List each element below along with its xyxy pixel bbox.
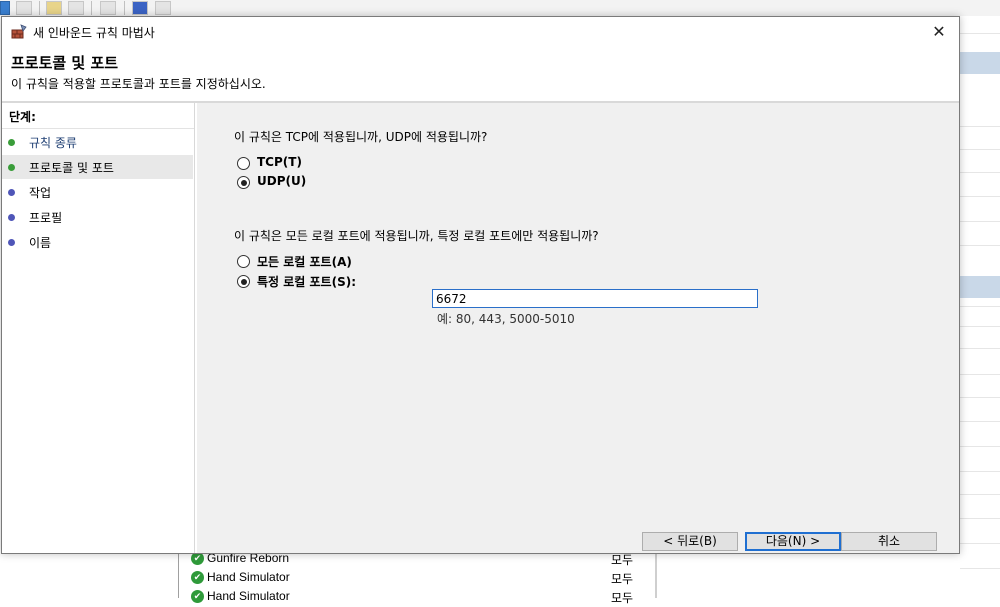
step-protocol-and-ports[interactable]: 프로토콜 및 포트 xyxy=(2,155,193,179)
steps-divider xyxy=(2,128,194,129)
step-profile: 프로필 xyxy=(2,205,193,229)
ports-question: 이 규칙은 모든 로컬 포트에 적용됩니까, 특정 로컬 포트에만 적용됩니까? xyxy=(234,229,599,243)
back-arrow-icon[interactable] xyxy=(0,1,10,15)
step-done-bullet-icon xyxy=(8,139,15,146)
console-tree-icon[interactable] xyxy=(68,1,84,15)
radio-unchecked-icon xyxy=(237,157,250,170)
step-label: 프로필 xyxy=(29,211,63,225)
cancel-button[interactable]: 취소 xyxy=(841,532,937,551)
action-pane-icon[interactable] xyxy=(155,1,171,15)
rule-name: Hand Simulator xyxy=(207,589,290,603)
radio-label: 모든 로컬 포트(A) xyxy=(257,255,352,269)
radio-label: TCP(T) xyxy=(257,155,302,169)
list-scroll-divider xyxy=(655,553,657,598)
background-rule-list: ✔ Gunfire Reborn 모두 ✔ Hand Simulator 모두 … xyxy=(178,551,679,605)
inbound-rule-wizard-dialog: 새 인바운드 규칙 마법사 ✕ 프로토콜 및 포트 이 규칙을 적용할 프로토콜… xyxy=(1,16,960,554)
protocol-question: 이 규칙은 TCP에 적용됩니까, UDP에 적용됩니까? xyxy=(234,130,488,144)
step-rule-type[interactable]: 규칙 종류 xyxy=(2,130,193,154)
radio-label: UDP(U) xyxy=(257,174,307,188)
firewall-wizard-icon xyxy=(11,24,27,39)
radio-unchecked-icon xyxy=(237,255,250,268)
wizard-content: 이 규칙은 TCP에 적용됩니까, UDP에 적용됩니까? TCP(T) UDP… xyxy=(197,103,959,553)
step-action: 작업 xyxy=(2,180,193,204)
step-pending-bullet-icon xyxy=(8,189,15,196)
step-pending-bullet-icon xyxy=(8,214,15,221)
allow-check-icon: ✔ xyxy=(191,590,204,603)
page-title: 프로토콜 및 포트 xyxy=(11,54,119,72)
forward-arrow-icon[interactable] xyxy=(16,1,32,15)
step-pending-bullet-icon xyxy=(8,239,15,246)
close-button[interactable]: ✕ xyxy=(919,17,959,47)
step-name: 이름 xyxy=(2,230,193,254)
ports-example-hint: 예: 80, 443, 5000-5010 xyxy=(437,312,575,326)
background-toolbar xyxy=(0,0,1000,16)
next-button[interactable]: 다음(N) > xyxy=(745,532,841,551)
step-label: 이름 xyxy=(29,236,52,250)
close-icon: ✕ xyxy=(932,22,946,41)
title-bar[interactable]: 새 인바운드 규칙 마법사 ✕ xyxy=(2,17,959,47)
local-ports-input[interactable] xyxy=(432,289,758,308)
help-icon[interactable] xyxy=(132,1,148,15)
rule-name: Hand Simulator xyxy=(207,570,290,584)
step-label: 작업 xyxy=(29,186,52,200)
background-actions-pane xyxy=(960,16,1000,598)
toolbar-separator xyxy=(124,1,125,15)
radio-checked-icon xyxy=(237,275,250,288)
radio-checked-icon xyxy=(237,176,250,189)
steps-label: 단계: xyxy=(9,110,36,124)
toolbar-separator xyxy=(39,1,40,15)
steps-panel: 단계: 규칙 종류 프로토콜 및 포트 작업 프로필 이름 xyxy=(2,103,195,553)
allow-check-icon: ✔ xyxy=(191,571,204,584)
list-item[interactable]: ✔ Hand Simulator 모두 xyxy=(189,569,649,588)
radio-label: 특정 로컬 포트(S): xyxy=(257,275,357,289)
rule-profile: 모두 xyxy=(611,572,634,586)
step-label: 규칙 종류 xyxy=(29,136,77,150)
step-label: 프로토콜 및 포트 xyxy=(29,161,114,175)
page-subtitle: 이 규칙을 적용할 프로토콜과 포트를 지정하십시오. xyxy=(11,77,266,91)
toolbar-separator xyxy=(91,1,92,15)
window-title: 새 인바운드 규칙 마법사 xyxy=(33,26,155,40)
folder-up-icon[interactable] xyxy=(46,1,62,15)
step-current-bullet-icon xyxy=(8,164,15,171)
back-button[interactable]: < 뒤로(B) xyxy=(642,532,738,551)
export-list-icon[interactable] xyxy=(100,1,116,15)
